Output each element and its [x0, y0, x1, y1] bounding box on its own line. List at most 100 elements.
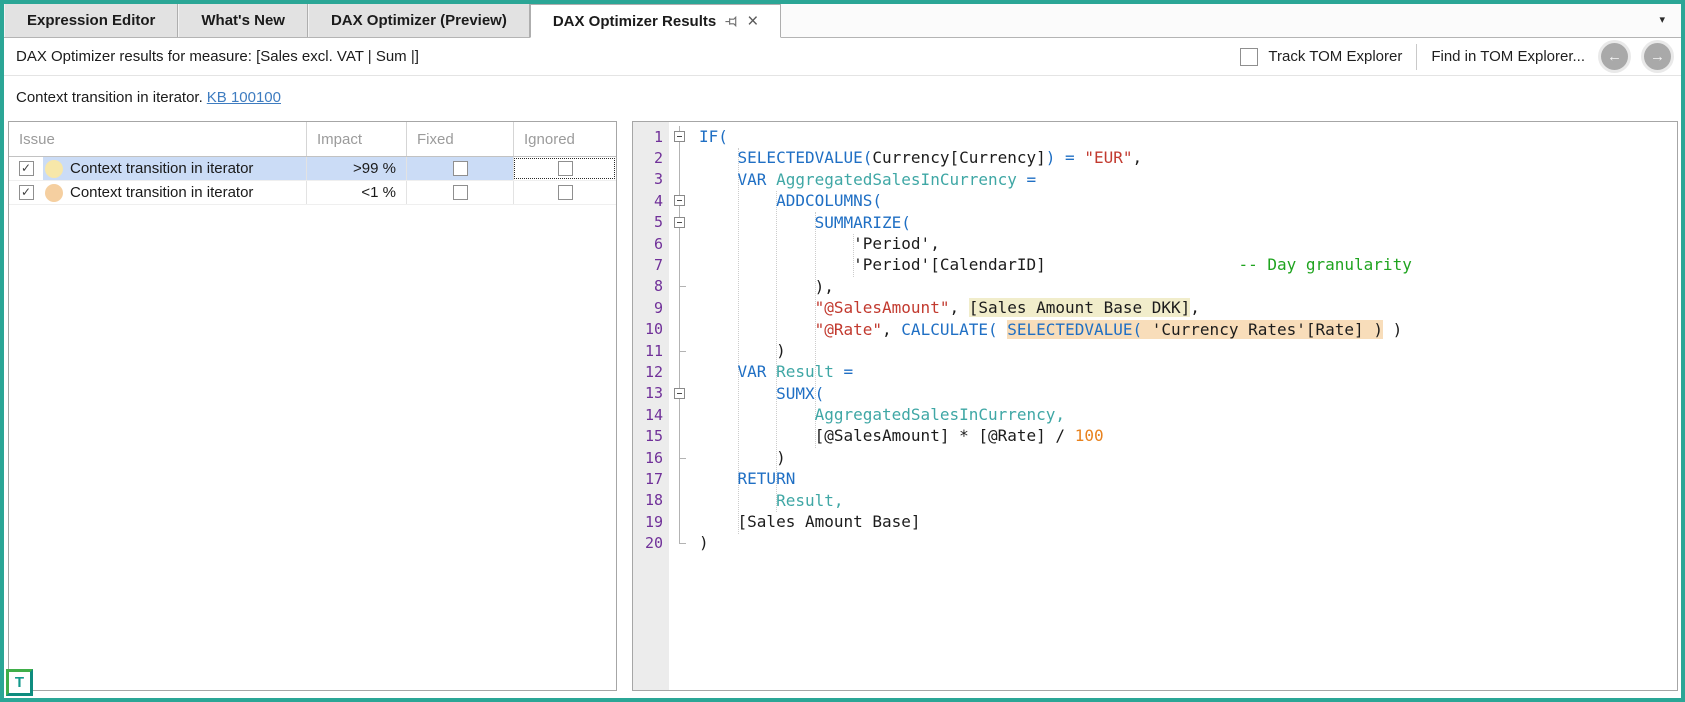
issue-label: Context transition in iterator — [70, 184, 254, 201]
fixed-checkbox[interactable] — [452, 185, 468, 200]
issues-table-header: Issue Impact Fixed Ignored — [9, 122, 616, 157]
find-in-tom-explorer-button[interactable]: Find in TOM Explorer... — [1431, 48, 1585, 65]
line-number: 10 — [644, 320, 663, 339]
severity-dot — [45, 159, 63, 178]
code-line: 4 ADDCOLUMNS( — [633, 190, 1677, 212]
line-number: 4 — [653, 191, 663, 210]
pin-icon[interactable] — [724, 14, 739, 29]
code-line: 14 AggregatedSalesInCurrency, — [633, 404, 1677, 426]
dax-code-editor[interactable]: 1 IF(2 SELECTEDVALUE(Currency[Currency]) … — [632, 121, 1678, 691]
tab-label: DAX Optimizer (Preview) — [330, 12, 507, 29]
impact-cell: <1 % — [306, 181, 406, 204]
code-line: 18 Result, — [633, 489, 1677, 512]
column-header-ignored[interactable]: Ignored — [513, 122, 616, 156]
issue-cell: Context transition in iterator — [43, 157, 306, 180]
fold-collapse-icon[interactable] — [669, 190, 691, 212]
fold-guide — [669, 254, 691, 277]
fold-guide — [669, 425, 691, 448]
table-row[interactable]: ✓ Context transition in iterator >99 % — [9, 157, 616, 181]
tab-expression-editor[interactable]: Expression Editor — [4, 4, 179, 37]
line-number: 5 — [653, 213, 663, 232]
line-number: 7 — [653, 256, 663, 275]
table-row[interactable]: ✓ Context transition in iterator <1 % — [9, 181, 616, 205]
issue-summary-row: Context transition in iterator. KB 10010… — [4, 76, 1681, 119]
code-text: ADDCOLUMNS( — [776, 191, 883, 211]
dax-code-lines: 1 IF(2 SELECTEDVALUE(Currency[Currency]) … — [633, 122, 1677, 554]
tab-label: DAX Optimizer Results — [552, 12, 717, 30]
line-number: 8 — [653, 277, 663, 296]
code-line: 20) — [633, 532, 1677, 553]
fold-collapse-icon[interactable] — [669, 211, 691, 234]
tab-dax-optimizer-preview[interactable]: DAX Optimizer (Preview) — [307, 4, 530, 37]
code-text: SELECTEDVALUE(Currency[Currency]) = "EUR… — [737, 148, 1143, 168]
code-line: 9 "@SalesAmount", [Sales Amount Base DKK… — [633, 297, 1677, 319]
fold-collapse-icon[interactable] — [669, 126, 691, 148]
tabular-editor-window: Expression Editor What's New DAX Optimiz… — [0, 0, 1685, 702]
fold-guide — [669, 511, 691, 533]
nav-back-button[interactable]: ← — [1601, 43, 1628, 70]
code-text: AggregatedSalesInCurrency, — [814, 405, 1066, 425]
toolbar-divider — [1416, 43, 1418, 70]
ignored-checkbox[interactable] — [557, 161, 573, 176]
issue-summary-text: Context transition in iterator. — [16, 89, 203, 106]
tab-label: Expression Editor — [27, 12, 156, 29]
fold-guide — [669, 297, 691, 319]
fold-guide — [669, 404, 691, 426]
line-number: 13 — [644, 384, 663, 403]
fold-guide — [669, 468, 691, 491]
line-number: 9 — [653, 298, 663, 317]
fold-collapse-icon[interactable] — [669, 382, 691, 405]
nav-forward-button[interactable]: → — [1644, 43, 1671, 70]
line-number: 20 — [644, 534, 663, 553]
line-number: 11 — [644, 341, 663, 360]
track-tom-explorer-checkbox[interactable] — [1240, 47, 1259, 66]
tab-label: What's New — [201, 12, 285, 29]
line-number: 14 — [644, 405, 663, 424]
impact-cell: >99 % — [306, 157, 406, 180]
kb-link[interactable]: KB 100100 — [207, 89, 281, 106]
column-header-issue[interactable]: Issue — [9, 122, 306, 156]
code-text: "@Rate", CALCULATE( SELECTEDVALUE( 'Curr… — [814, 319, 1403, 339]
results-for-measure-label: DAX Optimizer results for measure: [Sale… — [16, 48, 419, 65]
line-number: 16 — [644, 448, 663, 467]
tab-whats-new[interactable]: What's New — [178, 4, 308, 37]
fold-guide — [669, 446, 691, 469]
issue-label: Context transition in iterator — [70, 160, 254, 177]
code-line: 6 'Period', — [633, 232, 1677, 255]
code-line: 8 ), — [633, 275, 1677, 298]
tabular-editor-logo: T — [6, 669, 33, 696]
code-text: IF( — [699, 127, 728, 146]
fixed-checkbox[interactable] — [452, 161, 468, 176]
fold-guide — [669, 168, 691, 191]
tab-overflow-caret-icon[interactable]: ▾ — [1659, 13, 1665, 26]
ignored-cell — [513, 181, 616, 204]
tab-dax-optimizer-results[interactable]: DAX Optimizer Results × — [529, 4, 782, 38]
issue-enabled-cell: ✓ — [9, 181, 43, 204]
column-header-fixed[interactable]: Fixed — [406, 122, 513, 156]
code-line: 2 SELECTEDVALUE(Currency[Currency]) = "E… — [633, 147, 1677, 170]
line-number: 2 — [653, 149, 663, 168]
fold-guide — [669, 147, 691, 170]
issue-enabled-checkbox[interactable]: ✓ — [18, 185, 34, 200]
code-line: 11 ) — [633, 339, 1677, 362]
code-line: 17 RETURN — [633, 468, 1677, 491]
code-line: 12 VAR Result = — [633, 361, 1677, 384]
code-text: 'Period'[CalendarID] -- Day granularity — [699, 255, 1412, 275]
code-line: 10 "@Rate", CALCULATE( SELECTEDVALUE( 'C… — [633, 318, 1677, 341]
close-icon[interactable]: × — [747, 12, 758, 31]
ignored-cell — [513, 157, 616, 180]
line-number: 17 — [644, 469, 663, 488]
code-text: "@SalesAmount", [Sales Amount Base DKK], — [814, 298, 1200, 318]
fold-guide — [669, 339, 691, 362]
code-text: [@SalesAmount] * [@Rate] / 100 — [699, 426, 1104, 446]
fold-guide — [669, 489, 691, 512]
code-text: ) — [699, 533, 709, 553]
line-number: 12 — [644, 362, 663, 381]
code-text: [Sales Amount Base] — [699, 512, 921, 532]
column-header-impact[interactable]: Impact — [306, 122, 406, 156]
issue-enabled-cell: ✓ — [9, 157, 43, 180]
issue-enabled-checkbox[interactable]: ✓ — [18, 161, 34, 176]
fold-guide — [669, 318, 691, 341]
code-text: ), — [699, 276, 834, 296]
ignored-checkbox[interactable] — [557, 185, 573, 200]
